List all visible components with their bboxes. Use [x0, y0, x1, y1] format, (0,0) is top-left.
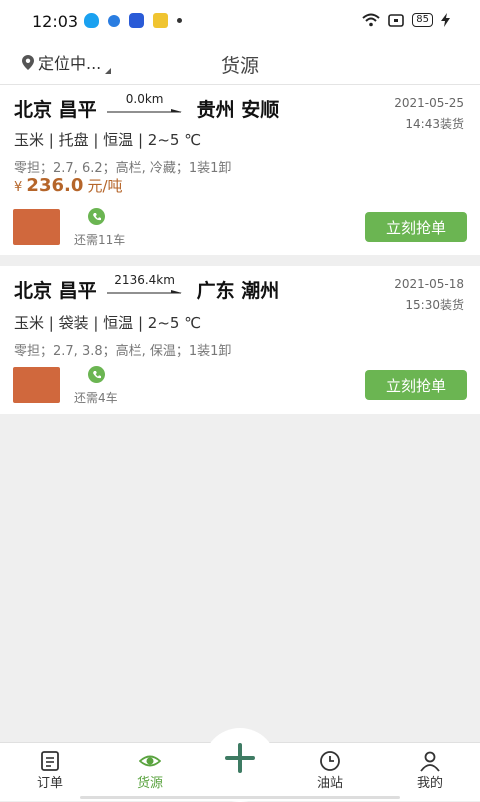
browser-icon	[108, 14, 120, 27]
battery-level: 85	[412, 13, 433, 27]
app-icon	[153, 13, 168, 28]
route: 北京 昌平 2136.4km 广东 潮州	[14, 272, 280, 303]
destination: 广东 潮州	[196, 280, 280, 302]
user-icon	[420, 751, 440, 772]
route-arrow-icon	[106, 108, 182, 112]
clock-icon	[320, 751, 340, 771]
origin: 北京 昌平	[14, 99, 97, 121]
plus-icon[interactable]	[222, 742, 258, 778]
distance-value: 0.0km	[125, 91, 164, 106]
tab-orders[interactable]: 订单	[10, 750, 90, 791]
distance-value: 2136.4km	[114, 272, 175, 287]
more-notifications-icon	[177, 18, 182, 23]
tab-label: 货源	[136, 776, 163, 791]
page-title: 货源	[220, 55, 259, 77]
eye-icon	[139, 755, 161, 767]
tab-gas-station[interactable]: 油站	[290, 750, 370, 791]
screen-cast-icon	[388, 13, 405, 27]
load-time: 15:30装货	[405, 298, 464, 312]
system-icons: 85	[362, 13, 450, 27]
notification-icons	[84, 13, 182, 28]
price-symbol: ¥	[14, 180, 23, 195]
distance: 0.0km	[106, 91, 183, 114]
route-arrow-icon	[106, 289, 182, 293]
shipper-avatar[interactable]	[13, 209, 60, 245]
home-indicator	[80, 796, 400, 799]
tab-label: 油站	[316, 776, 343, 791]
goods-info: 玉米 | 袋装 | 恒温 | 2~5 ℃	[14, 314, 202, 332]
wifi-icon	[362, 13, 380, 27]
tab-cargo-source[interactable]: 货源	[110, 750, 190, 791]
tab-mine[interactable]: 我的	[390, 750, 470, 791]
tab-label: 订单	[36, 776, 63, 791]
date-value: 2021-05-18	[394, 277, 464, 291]
grab-order-button[interactable]: 立刻抢单	[365, 370, 467, 400]
spec-info: 零担；2.7, 3.8；高栏, 保温；1装1卸	[14, 344, 232, 359]
cargo-card[interactable]: 北京 昌平 2136.4km 广东 潮州 2021-05-18 15:30装货 …	[0, 266, 480, 414]
origin: 北京 昌平	[14, 280, 97, 302]
load-time: 14:43装货	[405, 117, 464, 131]
price: ¥ 236.0 元/吨	[14, 175, 123, 196]
phone-icon[interactable]	[88, 208, 105, 225]
goods-info: 玉米 | 托盘 | 恒温 | 2~5 ℃	[14, 131, 202, 149]
charging-icon	[441, 13, 450, 27]
price-unit: 元/吨	[87, 177, 123, 195]
status-bar: 12:03 85	[0, 0, 480, 42]
grab-order-button[interactable]: 立刻抢单	[365, 212, 467, 242]
order-list-icon	[41, 751, 59, 771]
route: 北京 昌平 0.0km 贵州 安顺	[14, 91, 280, 122]
remaining-trucks: 还需11车	[74, 233, 126, 247]
tab-label: 我的	[416, 776, 443, 791]
spec-info: 零担；2.7, 6.2；高栏, 冷藏；1装1卸	[14, 161, 232, 176]
distance: 2136.4km	[106, 272, 183, 295]
qq-icon	[84, 13, 99, 28]
phone-icon[interactable]	[88, 366, 105, 383]
date-value: 2021-05-25	[394, 96, 464, 110]
price-value: 236.0	[26, 175, 84, 196]
chat-icon	[129, 13, 144, 28]
shipper-avatar[interactable]	[13, 367, 60, 403]
load-date: 2021-05-25 14:43装货	[394, 93, 464, 135]
destination: 贵州 安顺	[196, 99, 280, 121]
cargo-card[interactable]: 北京 昌平 0.0km 贵州 安顺 2021-05-25 14:43装货 玉米 …	[0, 85, 480, 255]
status-time: 12:03	[32, 12, 79, 31]
load-date: 2021-05-18 15:30装货	[394, 274, 464, 316]
app-header: 定位中... 货源	[0, 42, 480, 85]
remaining-trucks: 还需4车	[74, 391, 118, 405]
